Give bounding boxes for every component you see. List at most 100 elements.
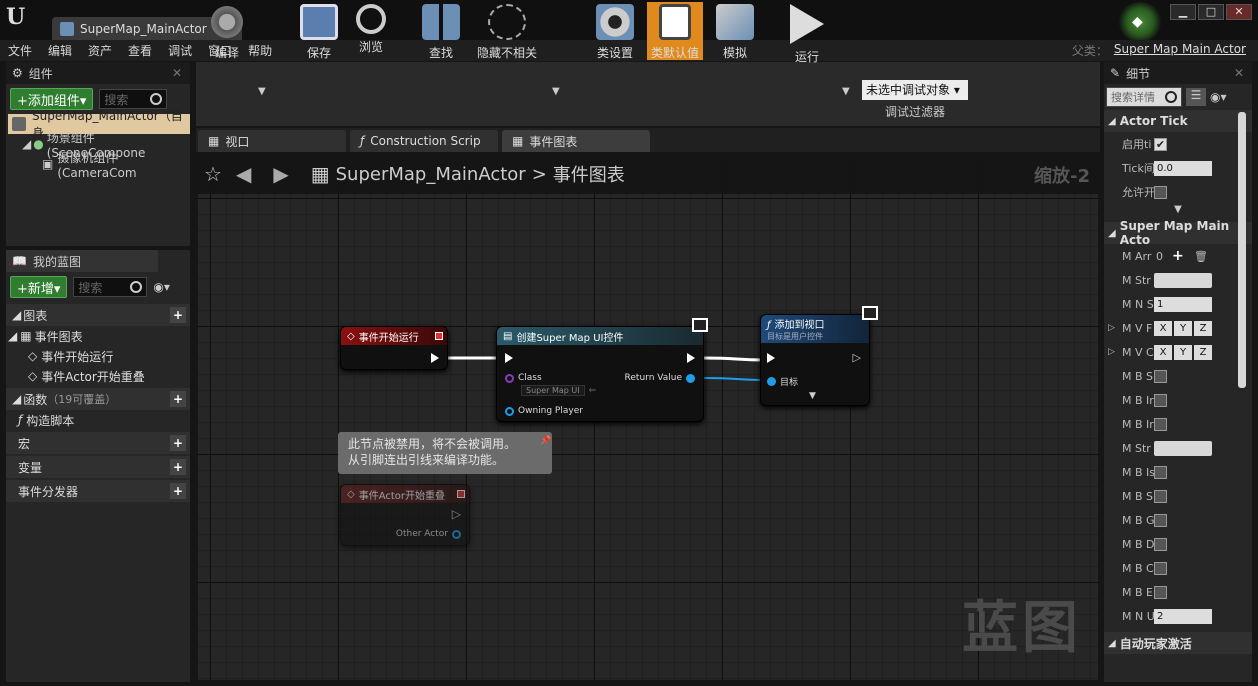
browse-button[interactable]: 浏览	[346, 2, 396, 60]
maximize-button[interactable]: □	[1198, 4, 1224, 20]
eye-icon[interactable]: ◉▾	[1210, 90, 1227, 104]
property-checkbox[interactable]	[1154, 489, 1167, 503]
node-actor-begin-overlap[interactable]: ◇ 事件Actor开始重叠 ▷ Other Actor	[340, 484, 470, 546]
node-add-to-viewport[interactable]: ƒ 添加到视口 目标是用户控件 ▷ 目标 ▼	[760, 314, 870, 406]
owning-player-pin[interactable]: Owning Player	[505, 406, 583, 416]
property-number-input[interactable]: 1	[1154, 296, 1212, 312]
tree-item-camera[interactable]: ▣ 摄像机组件 (CameraCom	[6, 151, 190, 180]
exec-out-pin[interactable]: ▷	[853, 351, 861, 364]
play-button[interactable]: 运行	[782, 2, 832, 64]
section-actor-tick[interactable]: ◢ Actor Tick	[1104, 110, 1252, 132]
property-number-input[interactable]: 0.0	[1154, 160, 1212, 176]
vector-component-input[interactable]: Z	[1194, 320, 1212, 336]
delegate-pin-icon[interactable]	[457, 490, 465, 498]
other-actor-pin[interactable]: Other Actor	[396, 529, 461, 539]
find-button[interactable]: 查找	[416, 2, 466, 60]
section-auto-player[interactable]: ◢ 自动玩家激活	[1104, 632, 1252, 654]
exec-out-pin[interactable]	[687, 353, 695, 363]
add-macro-icon[interactable]: +	[170, 435, 186, 451]
property-matrix-icon[interactable]: ☰	[1186, 88, 1206, 106]
pin-icon[interactable]: 📌	[540, 436, 551, 446]
play-options-arrow-icon[interactable]: ▼	[842, 86, 850, 97]
debug-object-select[interactable]: 未选中调试对象 ▾	[862, 80, 968, 100]
node-create-widget[interactable]: ▤ 创建Super Map UI控件 Class Super Map UI ⇐ …	[496, 326, 704, 422]
property-checkbox[interactable]	[1154, 513, 1167, 527]
property-checkbox[interactable]	[1154, 185, 1167, 199]
add-function-icon[interactable]: +	[170, 391, 186, 407]
class-settings-button[interactable]: 类设置	[590, 2, 640, 60]
construction-script-item[interactable]: ƒ 构造脚本	[6, 410, 190, 430]
eye-icon[interactable]: ◉▾	[153, 280, 170, 294]
exec-out-pin[interactable]: ▷	[452, 507, 461, 521]
exec-out-pin[interactable]	[431, 353, 439, 363]
section-macros[interactable]: 宏 +	[6, 432, 190, 454]
trash-icon[interactable]: 🗑	[1194, 250, 1208, 263]
target-pin[interactable]: 目标	[767, 375, 798, 388]
expand-arrow-icon[interactable]: ▷	[1108, 323, 1115, 333]
components-search-input[interactable]: 搜索	[99, 89, 168, 109]
section-functions[interactable]: ◢ 函数 （19可覆盖） +	[6, 388, 190, 410]
section-variables[interactable]: 变量 +	[6, 456, 190, 478]
compile-options-arrow-icon[interactable]: ▼	[258, 86, 266, 97]
vector-component-input[interactable]: Z	[1194, 344, 1212, 360]
section-dispatchers[interactable]: 事件分发器 +	[6, 480, 190, 502]
tab-construction-script[interactable]: ƒ Construction Scrip	[350, 130, 498, 152]
vector-component-input[interactable]: X	[1154, 320, 1172, 336]
property-checkbox[interactable]	[1154, 417, 1167, 431]
close-panel-icon[interactable]: ✕	[1234, 66, 1244, 80]
minimize-button[interactable]: ▁	[1170, 4, 1196, 20]
reset-arrow-icon[interactable]: ⇐	[589, 386, 597, 396]
menu-file[interactable]: 文件	[0, 42, 40, 59]
vector-component-input[interactable]: Y	[1174, 344, 1192, 360]
graph-canvas[interactable]: ☆ ◀ ▶ ▦ SuperMap_MainActor > 事件图表 缩放-2 ◇…	[198, 154, 1098, 680]
details-scrollbar[interactable]	[1238, 112, 1246, 388]
property-text-input[interactable]	[1154, 440, 1212, 456]
event-item[interactable]: ◇ 事件开始运行	[6, 346, 190, 366]
menu-asset[interactable]: 资产	[80, 42, 120, 59]
advanced-expand-icon[interactable]: ▼	[809, 391, 816, 401]
class-dropdown[interactable]: Super Map UI ⇐	[521, 385, 596, 396]
menu-edit[interactable]: 编辑	[40, 42, 80, 59]
save-button[interactable]: 保存	[294, 2, 344, 60]
add-graph-icon[interactable]: +	[170, 307, 186, 323]
hide-unrelated-button[interactable]: 隐藏不相关	[474, 2, 540, 60]
close-button[interactable]: ✕	[1226, 4, 1252, 20]
delegate-pin-icon[interactable]	[435, 332, 443, 340]
property-checkbox[interactable]: ✔	[1154, 137, 1167, 151]
expand-arrow-icon[interactable]: ▷	[1108, 347, 1115, 357]
add-element-icon[interactable]: +	[1172, 248, 1184, 264]
add-new-button[interactable]: +新增▾	[10, 276, 68, 298]
property-checkbox[interactable]	[1154, 465, 1167, 479]
tab-viewport[interactable]: ▦ 视口	[198, 130, 346, 152]
source-control-icon[interactable]: ◆	[1118, 2, 1162, 42]
property-checkbox[interactable]	[1154, 585, 1167, 599]
expand-arrow-icon[interactable]: ◢	[22, 137, 31, 151]
exec-in-pin[interactable]	[505, 353, 513, 363]
section-graphs[interactable]: ◢ 图表 +	[6, 304, 190, 326]
event-graph-item[interactable]: ◢ ▦ 事件图表	[6, 326, 190, 346]
vector-component-input[interactable]: Y	[1174, 320, 1192, 336]
compile-button[interactable]: 编译	[202, 2, 252, 60]
property-text-input[interactable]	[1154, 272, 1212, 288]
menu-view[interactable]: 查看	[120, 42, 160, 59]
add-variable-icon[interactable]: +	[170, 459, 186, 475]
simulate-button[interactable]: 模拟	[710, 2, 760, 60]
section-super-map-main-actor[interactable]: ◢ Super Map Main Acto	[1104, 219, 1252, 247]
close-panel-icon[interactable]: ✕	[172, 66, 182, 80]
component-root[interactable]: SuperMap_MainActor（自身	[8, 109, 190, 140]
vector-component-input[interactable]: X	[1154, 344, 1172, 360]
tab-event-graph[interactable]: ▦ 事件图表	[502, 130, 650, 152]
parent-class-link[interactable]: Super Map Main Actor	[1114, 42, 1246, 59]
exec-in-pin[interactable]	[767, 353, 775, 363]
class-defaults-button[interactable]: 类默认值	[647, 2, 703, 60]
property-checkbox[interactable]	[1154, 393, 1167, 407]
property-number-input[interactable]: 2	[1154, 608, 1212, 624]
return-value-pin[interactable]: Return Value	[625, 373, 695, 383]
hide-options-arrow-icon[interactable]: ▼	[552, 86, 560, 97]
property-checkbox[interactable]	[1154, 537, 1167, 551]
class-pin[interactable]: Class	[505, 373, 542, 383]
add-dispatcher-icon[interactable]: +	[170, 483, 186, 499]
property-checkbox[interactable]	[1154, 561, 1167, 575]
event-item[interactable]: ◇ 事件Actor开始重叠	[6, 366, 190, 386]
node-begin-play[interactable]: ◇ 事件开始运行	[340, 326, 448, 370]
